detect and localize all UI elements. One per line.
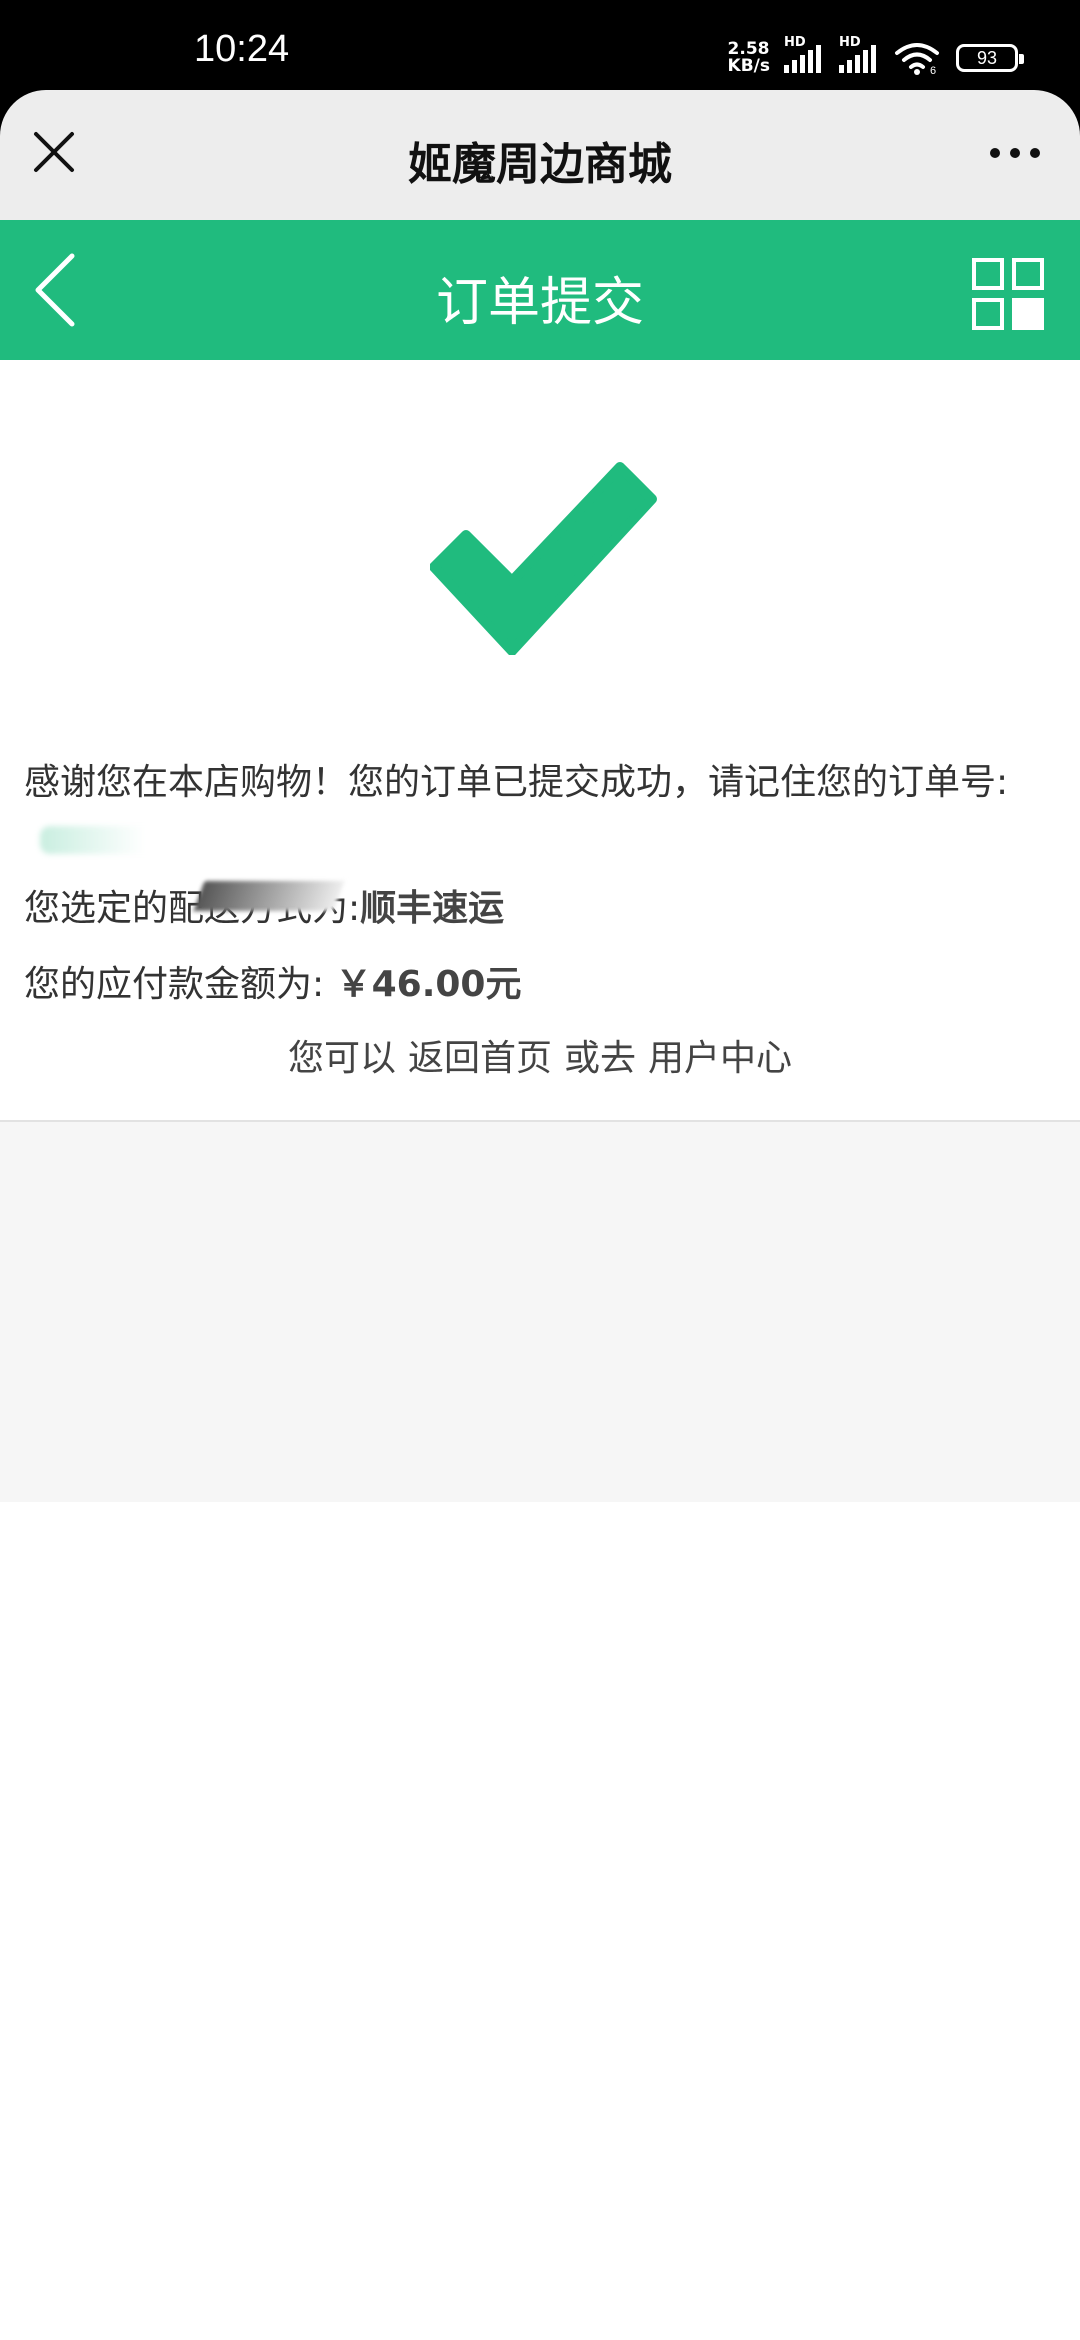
- window-title: 姬魔周边商城: [408, 139, 672, 190]
- status-icons: 2.58 KB/s HD HD 6 93: [728, 35, 1024, 78]
- hd-label: HD: [784, 35, 806, 50]
- status-time: 10:24: [194, 28, 290, 70]
- amount-info: 您的应付款金额为: ￥46.00元: [24, 957, 1056, 1013]
- net-speed-unit: KB/s: [727, 56, 770, 76]
- links-middle: 或去: [564, 1038, 637, 1079]
- wifi-icon: 6: [894, 41, 940, 77]
- empty-section: [0, 1122, 1080, 1502]
- order-success-content: 感谢您在本店购物！您的订单已提交成功，请记住您的订单号: 您选定的配送方式为:顺…: [24, 755, 1056, 1087]
- battery-icon: 93: [956, 44, 1024, 72]
- signal-icon-2: HD: [839, 35, 876, 73]
- net-speed: 2.58 KB/s: [728, 41, 770, 75]
- page-header: 订单提交: [0, 220, 1080, 360]
- redaction-mark: [193, 881, 345, 911]
- order-number-redacted: [40, 826, 190, 854]
- next-actions: 您可以 返回首页 或去 用户中心: [24, 1031, 1056, 1087]
- signal-icon: HD: [784, 35, 821, 73]
- hd-label-2: HD: [839, 35, 861, 50]
- shipping-info: 您选定的配送方式为:顺丰速运: [24, 881, 1056, 937]
- home-link[interactable]: 返回首页: [408, 1038, 552, 1079]
- amount-label: 您的应付款金额为:: [24, 964, 325, 1005]
- links-prefix: 您可以: [287, 1038, 396, 1079]
- shipping-method: 顺丰速运: [360, 888, 505, 929]
- grid-icon[interactable]: [972, 258, 1044, 330]
- user-center-link[interactable]: 用户中心: [648, 1038, 792, 1079]
- amount-value: ￥46.00元: [335, 964, 522, 1005]
- status-bar: 10:24 2.58 KB/s HD HD 6 93: [0, 0, 1080, 90]
- page-title: 订单提交: [435, 273, 644, 333]
- window-title-bar: 姬魔周边商城: [0, 90, 1080, 220]
- success-message-text: 感谢您在本店购物！您的订单已提交成功，请记住您的订单号:: [24, 762, 1009, 803]
- success-message: 感谢您在本店购物！您的订单已提交成功，请记住您的订单号:: [24, 755, 1056, 867]
- wifi-sub-label: 6: [930, 65, 936, 75]
- more-icon[interactable]: [990, 148, 1040, 158]
- check-icon: [429, 455, 670, 656]
